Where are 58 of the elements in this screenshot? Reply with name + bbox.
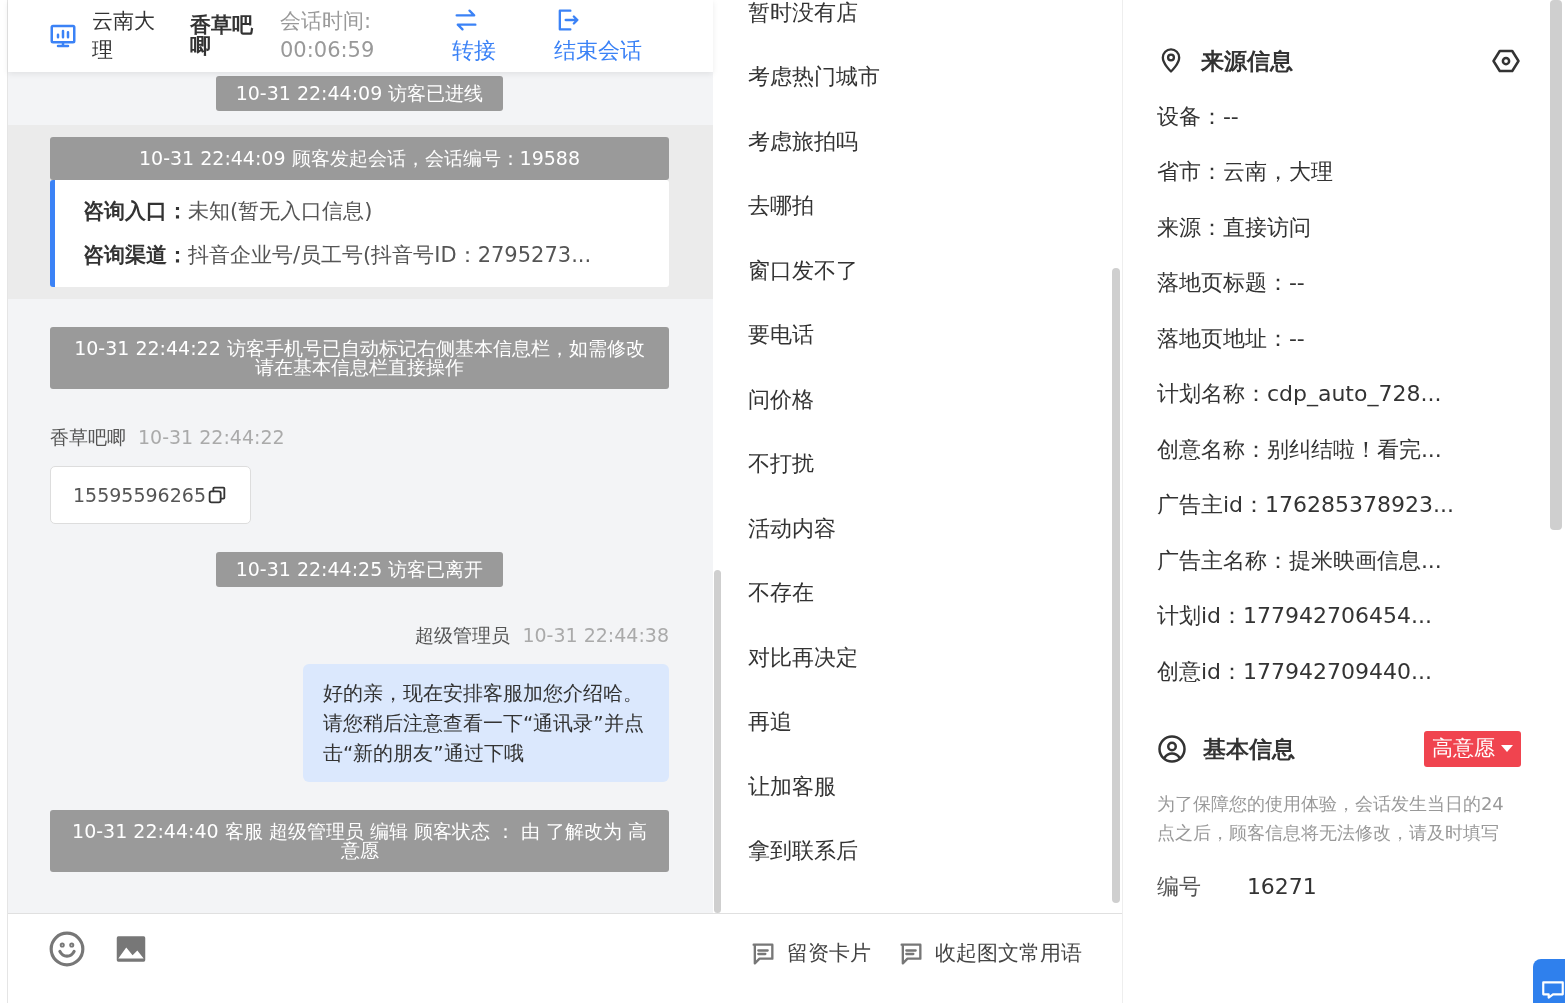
quick-reply-item[interactable]: 不存在 (748, 560, 814, 625)
location-text: 云南大理 (92, 7, 156, 64)
customer-name: 香草吧唧 (190, 15, 254, 57)
system-message: 10-31 22:44:09 顾客发起会话，会话编号：19588 (50, 137, 669, 180)
info-field: 计划名称：cdp_auto_728... (1156, 366, 1565, 422)
scrollbar-thumb[interactable] (1550, 0, 1562, 530)
section-title: 来源信息 (1200, 47, 1293, 76)
message-time: 10-31 22:44:38 (522, 624, 669, 646)
field-value: 16271 (1246, 872, 1317, 901)
quick-reply-item[interactable]: 问价格 (748, 367, 814, 432)
info-line: 咨询入口：未知(暂无入口信息) (83, 198, 374, 225)
scrollbar-thumb[interactable] (1111, 268, 1120, 903)
info-field: 设备：-- (1156, 88, 1565, 144)
user-circle-icon (1156, 733, 1187, 764)
quick-reply-item[interactable]: 要电话 (748, 302, 814, 367)
end-session-button[interactable]: 结束会话 (554, 5, 642, 67)
emoji-icon[interactable] (48, 930, 86, 968)
timer-label: 会话时间: (280, 7, 373, 35)
info-field: 创意名称：别纠结啦！看完... (1156, 421, 1565, 477)
info-field: 广告主名称：提米映画信息... (1156, 532, 1565, 588)
lead-card-button[interactable]: 留资卡片 (748, 938, 871, 970)
info-field: 省市：云南，大理 (1156, 144, 1565, 200)
phone-number: 15595596265 (73, 482, 206, 508)
chat-bubble: 好的亲，现在安排客服加您介绍哈。请您稍后注意查看一下“通讯录”并点击“新的朋友”通过下哦 (303, 663, 669, 782)
system-message: 10-31 22:44:09 访客已进线 (215, 76, 504, 111)
info-field: 广告主id：176285378923... (1156, 477, 1565, 533)
info-field: 落地页标题：-- (1156, 255, 1565, 311)
info-line: 咨询渠道：抖音企业号/员工号(抖音号ID：2795273... (83, 241, 593, 269)
intent-dropdown[interactable]: 高意愿 (1423, 731, 1521, 767)
system-message: 10-31 22:44:25 访客已离开 (215, 552, 504, 587)
notice-text: 为了保障您的使用体验，会话发生当日的24点之后，顾客信息将无法修改，请及时填写 (1156, 791, 1505, 846)
quick-reply-item[interactable]: 活动内容 (748, 496, 836, 561)
message-time: 10-31 22:44:22 (138, 426, 285, 448)
info-field: 创意id：177942709440... (1156, 643, 1565, 699)
caret-icon (1500, 744, 1513, 753)
quick-reply-item[interactable]: 对比再决定 (748, 625, 858, 690)
quick-reply-item[interactable]: 去哪拍 (748, 173, 814, 238)
quick-reply-item[interactable]: 不打扰 (748, 431, 814, 496)
system-message: 10-31 22:44:22 访客手机号已自动标记右侧基本信息栏，如需修改请在基本信息栏直接操作 (50, 327, 669, 389)
info-field: 落地页地址：-- (1156, 310, 1565, 366)
scrollbar-thumb[interactable] (714, 570, 721, 913)
section-title: 基本信息 (1202, 734, 1295, 764)
session-timer: 00:06:59 (280, 37, 376, 64)
sender-name: 超级管理员 (415, 624, 511, 646)
quick-reply-item[interactable]: 让加客服 (748, 754, 836, 819)
collapse-phrases-button[interactable]: 收起图文常用语 (896, 938, 1082, 970)
quick-reply-item[interactable]: 暂时没有店 (748, 0, 858, 45)
quick-reply-item[interactable]: 拿到联系后 (748, 818, 858, 883)
info-field: 来源：直接访问 (1156, 199, 1565, 255)
quick-reply-item[interactable]: 考虑旅拍吗 (748, 109, 858, 174)
quick-reply-item[interactable]: 再追 (748, 689, 792, 754)
field-label: 编号 (1156, 872, 1202, 901)
system-message: 10-31 22:44:40 客服 超级管理员 编辑 顾客状态 ： 由 了解改为 高意愿 (50, 809, 669, 872)
sender-name: 香草吧唧 (50, 426, 126, 448)
quick-reply-item[interactable]: 考虑热门城市 (748, 44, 880, 109)
transfer-button[interactable]: 转接 (452, 5, 496, 67)
info-field: 计划id：177942706454... (1156, 588, 1565, 644)
quick-reply-item[interactable]: 窗口发不了 (748, 238, 858, 303)
